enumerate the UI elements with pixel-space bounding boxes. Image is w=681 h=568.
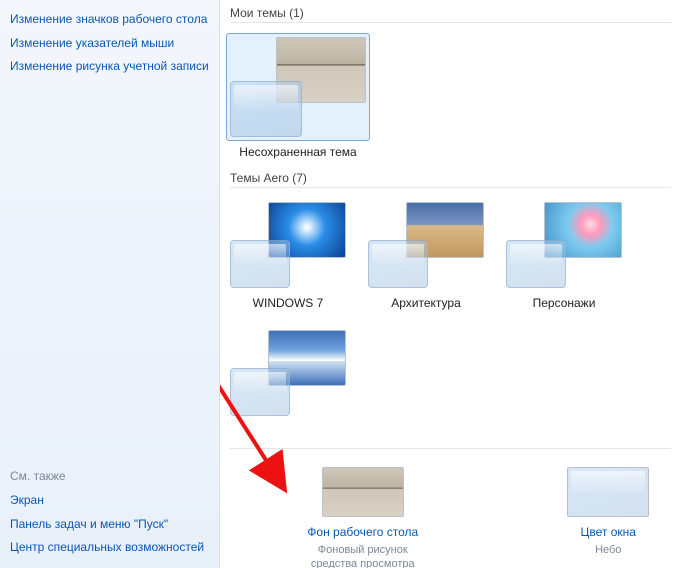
glass-overlay (506, 240, 566, 288)
theme-architecture[interactable]: Архитектура (368, 198, 484, 310)
desktop-background-desc: Фоновый рисунок средства просмотра фотог… (300, 543, 426, 568)
section-my-themes: Мои темы (1) (230, 0, 671, 23)
theme-label: WINDOWS 7 (253, 296, 324, 310)
glass-overlay (230, 240, 290, 288)
sidebar-link-pointers[interactable]: Изменение указателей мыши (10, 32, 209, 56)
glass-overlay (230, 81, 302, 137)
theme-windows7[interactable]: WINDOWS 7 (230, 198, 346, 310)
aero-themes-row-2 (230, 316, 681, 430)
theme-unsaved[interactable]: Несохраненная тема (230, 33, 366, 159)
section-aero-themes: Темы Aero (7) (230, 165, 671, 188)
window-color-link[interactable]: Цвет окна (581, 525, 636, 539)
desktop-background-option: Фон рабочего стола Фоновый рисунок средс… (300, 467, 426, 568)
theme-label: Персонажи (533, 296, 596, 310)
window-color-option: Цвет окна Небо (546, 467, 672, 568)
my-themes-row: Несохраненная тема (230, 23, 681, 165)
sidebar-link-ease-of-access[interactable]: Центр специальных возможностей (10, 536, 209, 560)
glass-overlay (368, 240, 428, 288)
sidebar-link-display[interactable]: Экран (10, 489, 209, 513)
window-color-thumb[interactable] (567, 467, 649, 517)
sidebar-link-account-picture[interactable]: Изменение рисунка учетной записи (10, 55, 209, 79)
glass-overlay (230, 368, 290, 416)
see-also-label: См. также (10, 469, 209, 483)
sidebar-link-icons[interactable]: Изменение значков рабочего стола (10, 8, 209, 32)
window-color-desc: Небо (595, 543, 621, 557)
theme-landscapes[interactable] (230, 326, 346, 424)
desktop-background-thumb[interactable] (322, 467, 404, 517)
sidebar-link-taskbar[interactable]: Панель задач и меню "Пуск" (10, 513, 209, 537)
aero-themes-row-1: WINDOWS 7 Архитектура Персонажи (230, 188, 681, 316)
theme-characters[interactable]: Персонажи (506, 198, 622, 310)
theme-label: Несохраненная тема (239, 145, 356, 159)
theme-label: Архитектура (391, 296, 461, 310)
desktop-background-link[interactable]: Фон рабочего стола (307, 525, 418, 539)
